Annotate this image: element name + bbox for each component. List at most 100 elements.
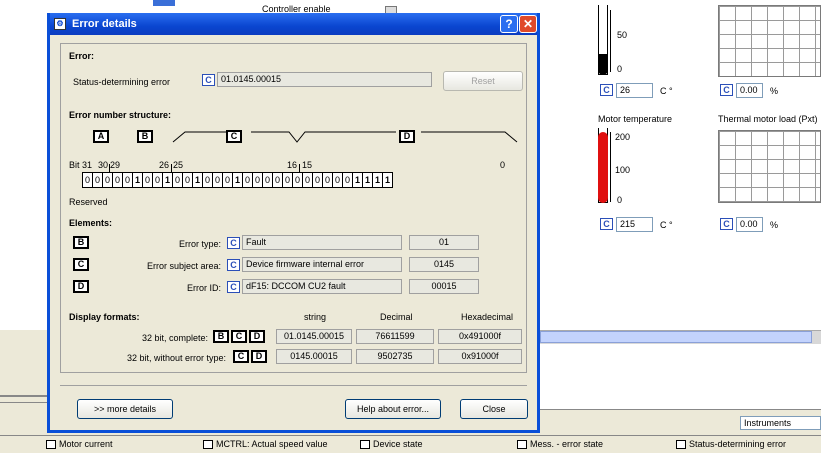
- bit-25-label: 25: [173, 160, 184, 170]
- bit-cell: 1: [382, 172, 393, 188]
- error-type-label: Error type:: [178, 239, 221, 249]
- temperature-gauge-fill: [598, 132, 608, 203]
- error-type-value: 01: [409, 235, 479, 250]
- status-item-status-error[interactable]: Status-determining error: [674, 437, 821, 453]
- reset-button[interactable]: Reset: [443, 71, 523, 91]
- format-row2-decimal: 9502735: [356, 349, 434, 364]
- unit-c-1: C °: [660, 86, 673, 96]
- more-details-button[interactable]: >> more details: [77, 399, 173, 419]
- d-icon: D: [251, 350, 267, 363]
- c-icon: C: [231, 330, 247, 343]
- checkbox-icon: [517, 440, 527, 449]
- format-row1-hex: 0x491000f: [438, 329, 522, 344]
- gauge1-label-0: 0: [617, 64, 623, 74]
- format-row2-hex: 0x91000f: [438, 349, 522, 364]
- dialog-content: Error: Status-determining error C 01.014…: [60, 43, 527, 373]
- gauge2-label-200: 200: [615, 132, 631, 142]
- bit-31-label: Bit 31: [69, 160, 93, 170]
- app-icon: ⚙: [54, 18, 66, 30]
- c-icon[interactable]: C: [720, 84, 733, 96]
- b-icon: A: [93, 130, 109, 143]
- checkbox-icon: [676, 440, 686, 449]
- status-item-error-state[interactable]: Mess. - error state: [515, 437, 675, 453]
- status-value-field: 01.0145.00015: [217, 72, 432, 87]
- format-row1-string: 01.0145.00015: [276, 329, 352, 344]
- gauge2-label-100: 100: [615, 165, 631, 175]
- bit-30-label: 30: [98, 160, 109, 170]
- b-icon: B: [73, 236, 89, 249]
- error-id-label: Error ID:: [186, 283, 221, 293]
- bit-0-label: 0: [500, 160, 506, 170]
- thermal-grid-1: [718, 5, 821, 77]
- col-decimal: Decimal: [380, 312, 413, 322]
- c-icon[interactable]: C: [227, 237, 240, 249]
- c-icon[interactable]: C: [600, 84, 613, 96]
- col-string: string: [304, 312, 327, 322]
- error-header: Error:: [69, 51, 95, 61]
- help-about-error-button[interactable]: Help about error...: [345, 399, 441, 419]
- c-icon[interactable]: C: [720, 218, 733, 230]
- bit-16-label: 16: [287, 160, 298, 170]
- temp-field-2: 215: [616, 217, 653, 232]
- error-details-dialog: ⚙ Error details ? ✕ Error: Status-determ…: [47, 13, 540, 433]
- error-subject-value: 0145: [409, 257, 479, 272]
- error-id-value: 00015: [409, 279, 479, 294]
- d-icon: D: [249, 330, 265, 343]
- format-row1-label: 32 bit, complete:: [141, 333, 208, 343]
- error-type-field: Fault: [242, 235, 402, 250]
- bit-structure-braces: [172, 131, 518, 143]
- pct-2: %: [770, 220, 779, 230]
- background-top-field: [153, 0, 175, 6]
- status-item-motor-current[interactable]: Motor current: [44, 437, 204, 453]
- bit-15-label: 15: [302, 160, 313, 170]
- load-field-2: 0.00: [736, 217, 763, 232]
- motor-temperature-label: Motor temperature: [598, 114, 673, 124]
- instruments-tab[interactable]: Instruments: [740, 416, 821, 430]
- reserved-label: Reserved: [69, 197, 108, 207]
- unit-c-2: C °: [660, 220, 673, 230]
- help-icon[interactable]: ?: [500, 15, 518, 33]
- bit-26-label: 26: [159, 160, 170, 170]
- c-icon[interactable]: C: [600, 218, 613, 230]
- status-item-device-state[interactable]: Device state: [358, 437, 518, 453]
- format-row1-decimal: 76611599: [356, 329, 434, 344]
- formats-header: Display formats:: [69, 312, 140, 322]
- dialog-titlebar[interactable]: ⚙ Error details ? ✕: [50, 13, 537, 35]
- d-icon: D: [399, 130, 415, 143]
- c-icon: C: [226, 130, 242, 143]
- close-button[interactable]: Close: [460, 399, 528, 419]
- thermal-grid-2: [718, 130, 821, 203]
- status-label: Status-determining error: [73, 77, 171, 87]
- speed-gauge-fill: [598, 54, 608, 75]
- error-subject-field: Device firmware internal error: [242, 257, 402, 272]
- error-subject-label: Error subject area:: [146, 261, 221, 271]
- close-icon[interactable]: ✕: [519, 15, 537, 33]
- checkbox-icon: [46, 440, 56, 449]
- thermal-load-label: Thermal motor load (Pxt): [718, 114, 818, 124]
- c-icon[interactable]: C: [227, 281, 240, 293]
- temp-field-1: 26: [616, 83, 653, 98]
- checkbox-icon: [360, 440, 370, 449]
- c-icon: C: [233, 350, 249, 363]
- scrollbar-thumb[interactable]: [540, 331, 812, 343]
- checkbox-icon: [203, 440, 213, 449]
- error-id-field: dF15: DCCOM CU2 fault: [242, 279, 402, 294]
- b-icon: B: [213, 330, 229, 343]
- structure-header: Error number structure:: [69, 110, 172, 120]
- gauge2-label-0: 0: [617, 195, 623, 205]
- col-hex: Hexadecimal: [461, 312, 514, 322]
- dialog-title: Error details: [72, 18, 137, 30]
- bit-row: 0000010010010001000000000001111: [82, 172, 393, 188]
- c-icon[interactable]: C: [227, 259, 240, 271]
- c-icon: C: [73, 258, 89, 271]
- c-icon[interactable]: C: [202, 74, 215, 86]
- load-field-1: 0.00: [736, 83, 763, 98]
- gauge1-label-50: 50: [617, 30, 628, 40]
- elements-header: Elements:: [69, 218, 113, 228]
- bit-29-label: 29: [110, 160, 121, 170]
- status-item-speed[interactable]: MCTRL: Actual speed value: [201, 437, 356, 453]
- d-icon: D: [73, 280, 89, 293]
- pct-1: %: [770, 86, 779, 96]
- format-row2-string: 0145.00015: [276, 349, 352, 364]
- format-row2-label: 32 bit, without error type:: [126, 353, 226, 363]
